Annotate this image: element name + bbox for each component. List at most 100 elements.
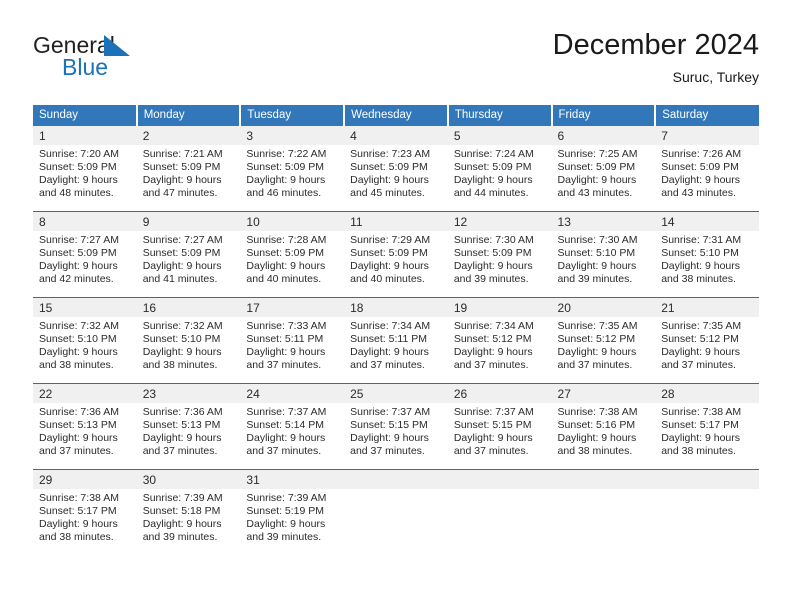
daylight-text-line1: Daylight: 9 hours (246, 518, 326, 531)
day-cell[interactable]: 23 Sunrise: 7:36 AM Sunset: 5:13 PM Dayligh… (136, 383, 241, 470)
day-cell[interactable]: 21 Sunrise: 7:35 AM Sunset: 5:12 PM Dayligh… (655, 297, 759, 384)
sunrise-text: Sunrise: 7:35 AM (661, 320, 742, 332)
day-number: 13 (551, 212, 656, 231)
day-cell-empty (344, 469, 448, 555)
daylight-text-line2: and 41 minutes. (142, 273, 218, 286)
daylight-text-line2: and 38 minutes. (39, 531, 114, 544)
day-cell[interactable]: 14 Sunrise: 7:31 AM Sunset: 5:10 PM Dayligh… (655, 211, 759, 298)
day-cell[interactable]: 10 Sunrise: 7:28 AM Sunset: 5:09 PM Dayligh… (240, 211, 345, 298)
day-details: Sunrise: 7:23 AM Sunset: 5:09 PM Daylight:… (344, 145, 448, 200)
day-cell[interactable]: 30 Sunrise: 7:39 AM Sunset: 5:18 PM Dayligh… (136, 469, 241, 555)
week-row: 29 Sunrise: 7:38 AM Sunset: 5:17 PM Dayligh… (33, 469, 759, 555)
sunrise-text: Sunrise: 7:38 AM (39, 492, 119, 504)
day-details: Sunrise: 7:38 AM Sunset: 5:16 PM Daylight:… (552, 403, 656, 458)
day-cell[interactable]: 27 Sunrise: 7:38 AM Sunset: 5:16 PM Dayligh… (551, 383, 656, 470)
day-cell[interactable]: 19 Sunrise: 7:34 AM Sunset: 5:12 PM Dayligh… (447, 297, 552, 384)
calendar-body: 1 Sunrise: 7:20 AM Sunset: 5:09 PM Daylight… (33, 126, 759, 555)
day-number: 3 (240, 126, 345, 145)
day-cell[interactable]: 16 Sunrise: 7:32 AM Sunset: 5:10 PM Dayligh… (136, 297, 241, 384)
day-cell[interactable]: 9 Sunrise: 7:27 AM Sunset: 5:09 PM Daylight… (136, 211, 241, 298)
day-details: Sunrise: 7:35 AM Sunset: 5:12 PM Daylight:… (655, 317, 759, 372)
sunset-text: Sunset: 5:09 PM (350, 161, 428, 174)
day-cell[interactable]: 22 Sunrise: 7:36 AM Sunset: 5:13 PM Dayligh… (33, 383, 137, 470)
daylight-text-line2: and 43 minutes. (557, 187, 633, 200)
daylight-text-line2: and 38 minutes. (557, 445, 633, 458)
sunset-text: Sunset: 5:17 PM (39, 505, 117, 518)
day-cell[interactable]: 5 Sunrise: 7:24 AM Sunset: 5:09 PM Daylight… (447, 126, 552, 212)
sunrise-text: Sunrise: 7:37 AM (350, 406, 431, 418)
sunrise-text: Sunrise: 7:29 AM (350, 234, 431, 246)
day-number (655, 470, 759, 489)
daylight-text-line2: and 37 minutes. (142, 445, 218, 458)
daylight-text-line1: Daylight: 9 hours (661, 432, 741, 445)
day-number: 25 (344, 384, 448, 403)
sunset-text: Sunset: 5:11 PM (246, 333, 324, 346)
day-cell[interactable]: 25 Sunrise: 7:37 AM Sunset: 5:15 PM Dayligh… (344, 383, 448, 470)
day-details: Sunrise: 7:39 AM Sunset: 5:18 PM Daylight:… (137, 489, 241, 544)
day-cell[interactable]: 26 Sunrise: 7:37 AM Sunset: 5:15 PM Dayligh… (447, 383, 552, 470)
day-number: 24 (240, 384, 345, 403)
day-cell[interactable]: 28 Sunrise: 7:38 AM Sunset: 5:17 PM Dayligh… (655, 383, 759, 470)
daylight-text-line2: and 37 minutes. (39, 445, 114, 458)
sunset-text: Sunset: 5:12 PM (661, 333, 739, 346)
daylight-text-line1: Daylight: 9 hours (453, 432, 533, 445)
day-details: Sunrise: 7:28 AM Sunset: 5:09 PM Daylight:… (240, 231, 344, 286)
sunrise-text: Sunrise: 7:37 AM (453, 406, 534, 418)
daylight-text-line1: Daylight: 9 hours (39, 260, 118, 273)
day-cell[interactable]: 4 Sunrise: 7:23 AM Sunset: 5:09 PM Daylight… (344, 126, 448, 212)
daylight-text-line2: and 39 minutes. (246, 531, 322, 544)
day-number: 30 (136, 470, 241, 489)
day-cell[interactable]: 18 Sunrise: 7:34 AM Sunset: 5:11 PM Dayligh… (344, 297, 448, 384)
day-cell[interactable]: 24 Sunrise: 7:37 AM Sunset: 5:14 PM Dayligh… (240, 383, 345, 470)
day-cell[interactable]: 12 Sunrise: 7:30 AM Sunset: 5:09 PM Dayligh… (447, 211, 552, 298)
daylight-text-line2: and 38 minutes. (142, 359, 218, 372)
sunrise-text: Sunrise: 7:32 AM (39, 320, 119, 332)
daylight-text-line1: Daylight: 9 hours (246, 346, 326, 359)
day-cell[interactable]: 13 Sunrise: 7:30 AM Sunset: 5:10 PM Dayligh… (551, 211, 656, 298)
day-cell[interactable]: 15 Sunrise: 7:32 AM Sunset: 5:10 PM Dayligh… (33, 297, 137, 384)
page-title: December 2024 (552, 29, 759, 61)
sunset-text: Sunset: 5:12 PM (557, 333, 636, 346)
day-cell[interactable]: 6 Sunrise: 7:25 AM Sunset: 5:09 PM Daylight… (551, 126, 656, 212)
week-row: 22 Sunrise: 7:36 AM Sunset: 5:13 PM Dayligh… (33, 383, 759, 470)
sunrise-text: Sunrise: 7:21 AM (142, 148, 223, 160)
day-details (655, 489, 759, 492)
day-details: Sunrise: 7:25 AM Sunset: 5:09 PM Daylight:… (552, 145, 656, 200)
day-number (344, 470, 448, 489)
sunrise-text: Sunrise: 7:25 AM (557, 148, 638, 160)
sunrise-text: Sunrise: 7:31 AM (661, 234, 742, 246)
day-cell[interactable]: 1 Sunrise: 7:20 AM Sunset: 5:09 PM Daylight… (33, 126, 137, 212)
day-cell[interactable]: 29 Sunrise: 7:38 AM Sunset: 5:17 PM Dayligh… (33, 469, 137, 555)
daylight-text-line1: Daylight: 9 hours (557, 346, 637, 359)
sunrise-text: Sunrise: 7:24 AM (453, 148, 534, 160)
day-cell[interactable]: 7 Sunrise: 7:26 AM Sunset: 5:09 PM Daylight… (655, 126, 759, 212)
brand-logo[interactable]: General Blue (33, 32, 263, 88)
day-cell[interactable]: 31 Sunrise: 7:39 AM Sunset: 5:19 PM Dayligh… (240, 469, 345, 555)
day-cell[interactable]: 20 Sunrise: 7:35 AM Sunset: 5:12 PM Dayligh… (551, 297, 656, 384)
day-details: Sunrise: 7:27 AM Sunset: 5:09 PM Daylight:… (137, 231, 241, 286)
daylight-text-line2: and 40 minutes. (350, 273, 425, 286)
daylight-text-line1: Daylight: 9 hours (39, 432, 118, 445)
day-cell[interactable]: 8 Sunrise: 7:27 AM Sunset: 5:09 PM Daylight… (33, 211, 137, 298)
day-details: Sunrise: 7:32 AM Sunset: 5:10 PM Daylight:… (137, 317, 241, 372)
sunset-text: Sunset: 5:16 PM (557, 419, 636, 432)
weekday-header-sunday: Sunday (33, 105, 138, 126)
day-cell[interactable]: 2 Sunrise: 7:21 AM Sunset: 5:09 PM Daylight… (136, 126, 241, 212)
daylight-text-line1: Daylight: 9 hours (453, 174, 533, 187)
daylight-text-line1: Daylight: 9 hours (246, 260, 326, 273)
daylight-text-line1: Daylight: 9 hours (142, 346, 222, 359)
day-cell[interactable]: 11 Sunrise: 7:29 AM Sunset: 5:09 PM Dayligh… (344, 211, 448, 298)
weekday-header-tuesday: Tuesday (240, 105, 346, 126)
day-details: Sunrise: 7:24 AM Sunset: 5:09 PM Daylight:… (448, 145, 552, 200)
day-number: 31 (240, 470, 345, 489)
daylight-text-line1: Daylight: 9 hours (142, 260, 222, 273)
day-details: Sunrise: 7:36 AM Sunset: 5:13 PM Daylight:… (33, 403, 137, 458)
day-details: Sunrise: 7:30 AM Sunset: 5:10 PM Daylight:… (552, 231, 656, 286)
day-number: 28 (655, 384, 759, 403)
day-number: 19 (447, 298, 552, 317)
day-cell[interactable]: 17 Sunrise: 7:33 AM Sunset: 5:11 PM Dayligh… (240, 297, 345, 384)
daylight-text-line2: and 39 minutes. (142, 531, 218, 544)
sunrise-text: Sunrise: 7:33 AM (246, 320, 327, 332)
sunrise-text: Sunrise: 7:38 AM (661, 406, 742, 418)
day-cell[interactable]: 3 Sunrise: 7:22 AM Sunset: 5:09 PM Daylight… (240, 126, 345, 212)
